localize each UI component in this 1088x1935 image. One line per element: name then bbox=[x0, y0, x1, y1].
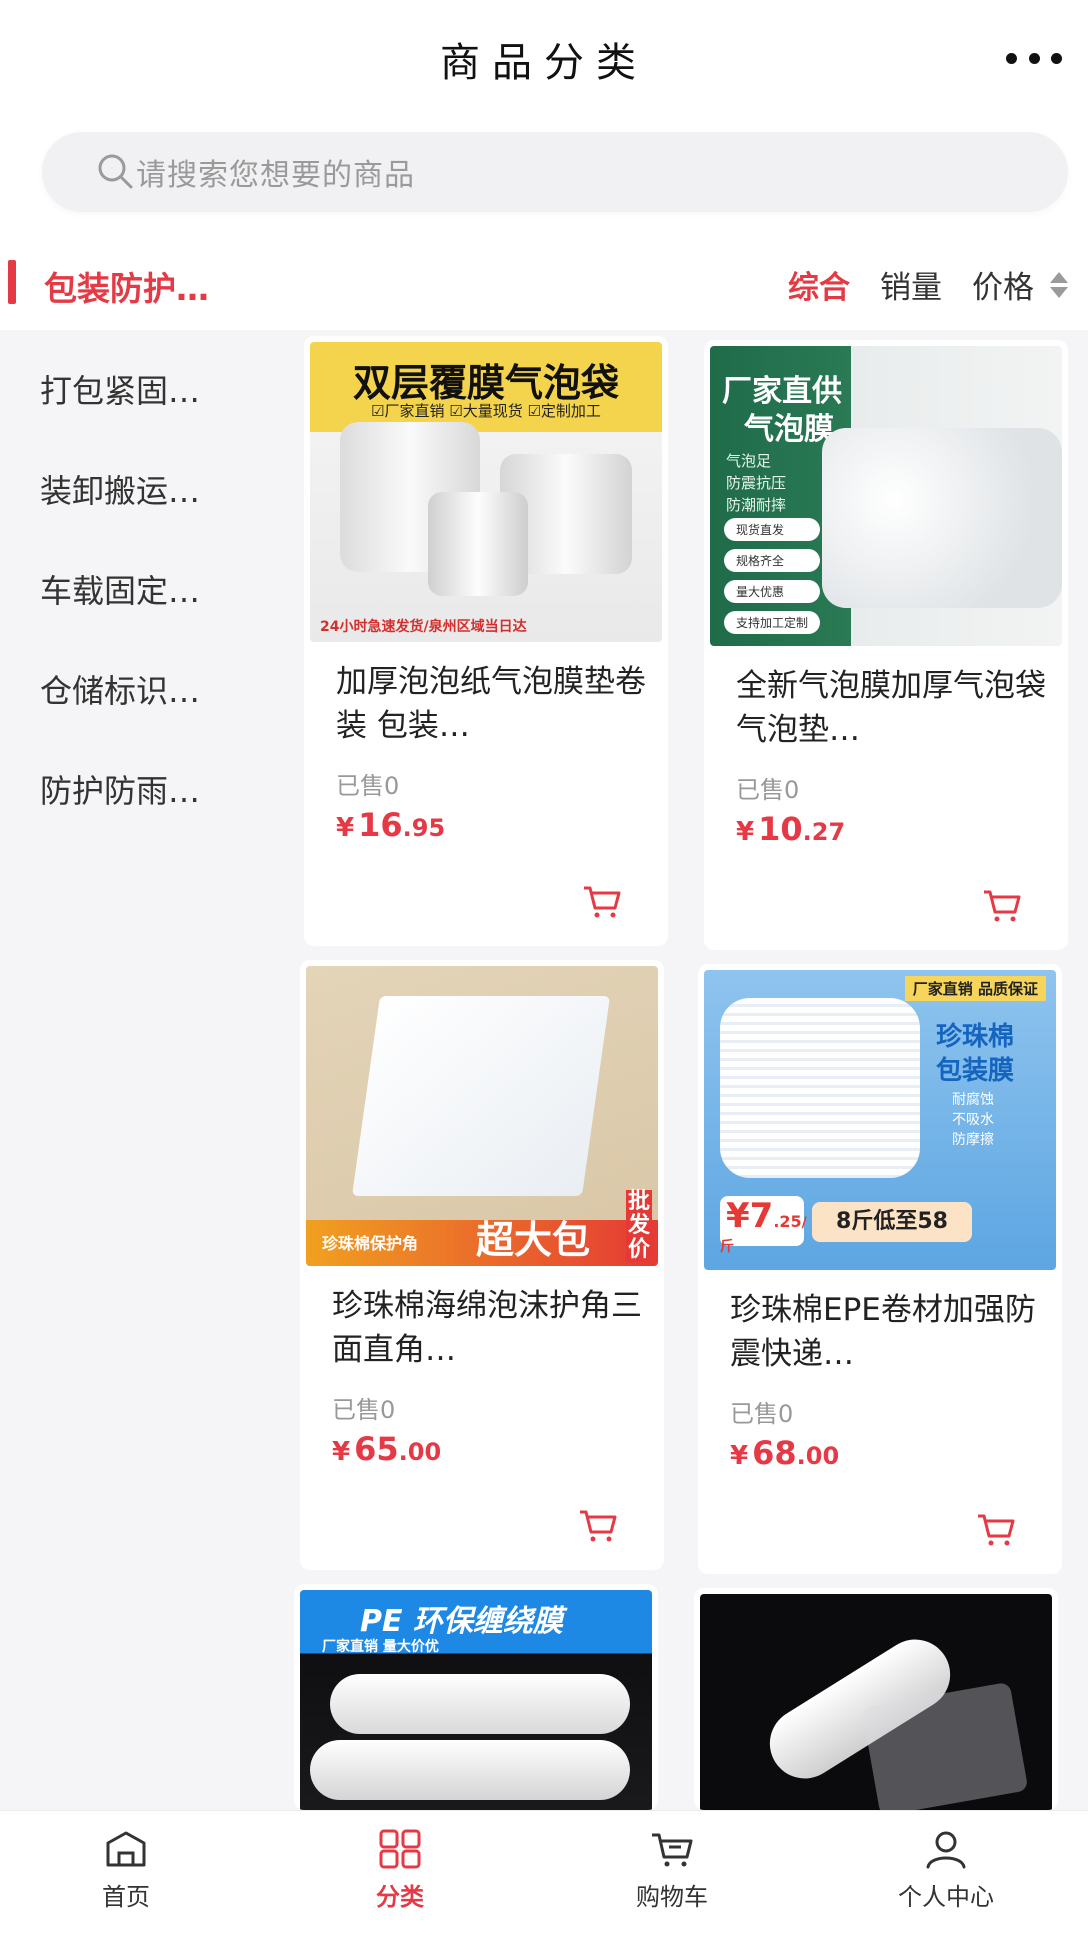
sort-price[interactable]: 价格 bbox=[972, 262, 1034, 307]
product-price: ¥65.00 bbox=[332, 1430, 442, 1468]
page-title: 商品分类 bbox=[440, 40, 648, 86]
search-input[interactable]: 请搜索您想要的商品 bbox=[42, 132, 1068, 212]
image-headline-2: 包装膜 bbox=[936, 1056, 1015, 1086]
product-image[interactable]: 珍珠棉保护角 超大包 批发价 bbox=[306, 966, 658, 1266]
category-sidebar: 打包紧固… 装卸搬运… 车载固定… 仓储标识… 防护防雨… bbox=[0, 330, 290, 1810]
bubble-roll-small bbox=[428, 492, 528, 596]
image-top-tag: 厂家直销 品质保证 bbox=[904, 976, 1046, 1001]
product-image[interactable] bbox=[700, 1594, 1052, 1810]
image-promo: 8斤低至58 bbox=[812, 1202, 972, 1242]
add-to-cart-icon[interactable] bbox=[582, 884, 622, 920]
active-category-indicator bbox=[8, 260, 16, 304]
foam-roll bbox=[720, 998, 920, 1178]
image-subtext: 气泡足 防震抗压 防潮耐摔 bbox=[726, 452, 787, 514]
image-headline: 珍珠棉 bbox=[936, 1022, 1015, 1052]
tab-home[interactable]: 首页 bbox=[56, 1829, 196, 1912]
product-image[interactable]: PE 环保缠绕膜 厂家直销 量大价优 bbox=[300, 1590, 652, 1810]
product-card[interactable]: 厂家直供 气泡膜 气泡足 防震抗压 防潮耐摔 现货直发 规格齐全 量大优惠 支持加工… bbox=[704, 340, 1068, 950]
product-card[interactable]: 双层覆膜气泡袋 ☑厂家直销 ☑大量现货 ☑定制加工 24小时急速发货/泉州区域当… bbox=[304, 336, 668, 946]
sort-comprehensive[interactable]: 综合 bbox=[788, 262, 850, 307]
image-banner: 超大包 bbox=[476, 1218, 591, 1262]
user-icon bbox=[926, 1831, 966, 1869]
current-category[interactable]: 包装防护… bbox=[44, 262, 209, 310]
tab-cart-label: 购物车 bbox=[636, 1883, 708, 1911]
product-name[interactable]: 全新气泡膜加厚气泡袋气泡垫… bbox=[736, 664, 1046, 752]
image-tags: 厂家直销 量大价优 bbox=[322, 1639, 439, 1655]
search-icon bbox=[98, 154, 133, 189]
image-tag: 珍珠棉保护角 bbox=[322, 1234, 419, 1253]
product-price: ¥68.00 bbox=[730, 1434, 840, 1472]
price-badge: ¥7.25/斤 bbox=[720, 1196, 807, 1255]
product-sold: 已售0 bbox=[736, 776, 800, 804]
product-image[interactable]: 厂家直供 气泡膜 气泡足 防震抗压 防潮耐摔 现货直发 规格齐全 量大优惠 支持加工… bbox=[710, 346, 1062, 646]
cart-icon bbox=[652, 1833, 693, 1867]
sidebar-item-rainproof[interactable]: 防护防雨… bbox=[40, 766, 200, 812]
add-to-cart-icon[interactable] bbox=[578, 1508, 618, 1544]
sidebar-item-vehicle[interactable]: 车载固定… bbox=[40, 566, 200, 612]
image-headline: PE 环保缠绕膜 bbox=[360, 1604, 563, 1639]
sort-options: 综合 销量 价格 bbox=[758, 262, 1068, 307]
tab-profile[interactable]: 个人中心 bbox=[876, 1829, 1016, 1912]
image-headline-2: 气泡膜 bbox=[744, 412, 834, 447]
image-footer: 24小时急速发货/泉州区域当日达 bbox=[320, 619, 527, 635]
product-card[interactable] bbox=[694, 1588, 1058, 1810]
product-card[interactable]: 珍珠棉保护角 超大包 批发价 珍珠棉海绵泡沫护角三面直角… 已售0 ¥65.00 bbox=[300, 960, 664, 1570]
product-card[interactable]: 厂家直销 品质保证 珍珠棉 包装膜 耐腐蚀 不吸水 防摩擦 ¥7.25/斤 8斤低至… bbox=[698, 964, 1062, 1574]
tab-home-label: 首页 bbox=[102, 1883, 150, 1911]
product-price: ¥16.95 bbox=[336, 806, 446, 844]
sort-sales[interactable]: 销量 bbox=[880, 262, 942, 307]
stretch-film-roll bbox=[310, 1740, 630, 1800]
search-placeholder: 请搜索您想要的商品 bbox=[136, 158, 415, 193]
corner-protector-foam bbox=[351, 996, 611, 1196]
bubble-roll bbox=[822, 428, 1062, 608]
more-dots-icon[interactable] bbox=[1006, 38, 1062, 78]
grid-icon bbox=[379, 1829, 421, 1869]
product-sold: 已售0 bbox=[336, 772, 400, 800]
bottom-tab-bar: 首页 分类 购物车 个人中心 bbox=[0, 1810, 1088, 1935]
sidebar-item-packing[interactable]: 打包紧固… bbox=[40, 366, 200, 412]
product-image[interactable]: 厂家直销 品质保证 珍珠棉 包装膜 耐腐蚀 不吸水 防摩擦 ¥7.25/斤 8斤低至… bbox=[704, 970, 1056, 1270]
product-sold: 已售0 bbox=[332, 1396, 396, 1424]
product-card[interactable]: PE 环保缠绕膜 厂家直销 量大价优 bbox=[294, 1584, 658, 1810]
add-to-cart-icon[interactable] bbox=[976, 1512, 1016, 1548]
product-image[interactable]: 双层覆膜气泡袋 ☑厂家直销 ☑大量现货 ☑定制加工 24小时急速发货/泉州区域当… bbox=[310, 342, 662, 642]
product-name[interactable]: 珍珠棉海绵泡沫护角三面直角… bbox=[332, 1284, 642, 1372]
product-price: ¥10.27 bbox=[736, 810, 846, 848]
image-headline: 双层覆膜气泡袋 bbox=[352, 361, 619, 405]
tab-profile-label: 个人中心 bbox=[898, 1883, 994, 1911]
add-to-cart-icon[interactable] bbox=[982, 888, 1022, 924]
sidebar-item-storage[interactable]: 仓储标识… bbox=[40, 666, 200, 712]
image-features: 耐腐蚀 不吸水 防摩擦 bbox=[952, 1092, 994, 1148]
tab-category[interactable]: 分类 bbox=[330, 1829, 470, 1912]
category-sort-bar: 包装防护… 综合 销量 价格 bbox=[0, 240, 1088, 330]
sort-arrows-icon[interactable] bbox=[1050, 271, 1068, 298]
product-sold: 已售0 bbox=[730, 1400, 794, 1428]
stretch-film-roll bbox=[330, 1674, 630, 1734]
sidebar-item-handling[interactable]: 装卸搬运… bbox=[40, 466, 200, 512]
tab-category-label: 分类 bbox=[376, 1883, 424, 1911]
home-icon bbox=[106, 1831, 146, 1867]
search-section: 请搜索您想要的商品 bbox=[0, 110, 1088, 240]
header-bar: 商品分类 bbox=[0, 0, 1088, 110]
product-name[interactable]: 加厚泡泡纸气泡膜垫卷装 包装… bbox=[336, 660, 646, 748]
product-name[interactable]: 珍珠棉EPE卷材加强防震快递… bbox=[730, 1288, 1040, 1376]
image-side: 批发价 bbox=[626, 1189, 652, 1262]
image-tags: ☑厂家直销 ☑大量现货 ☑定制加工 bbox=[371, 402, 601, 420]
image-pills: 现货直发 规格齐全 量大优惠 支持加工定制 bbox=[724, 518, 821, 634]
tab-cart[interactable]: 购物车 bbox=[602, 1829, 742, 1912]
